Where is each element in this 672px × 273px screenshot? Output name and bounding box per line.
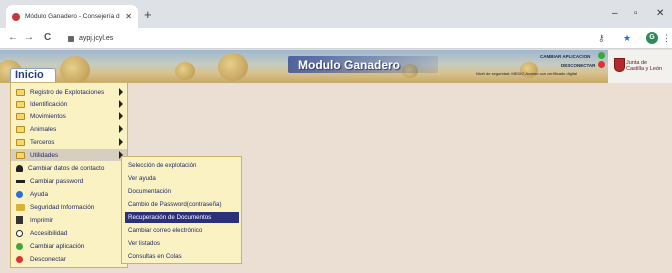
folder-icon xyxy=(16,100,25,108)
jcyl-logo-text: Junta de Castilla y León xyxy=(626,60,662,72)
url-text: aypj.jcyl.es xyxy=(79,35,114,42)
utilidades-submenu: Selección de explotación Ver ayuda Docum… xyxy=(121,156,242,264)
submenu-arrow-icon xyxy=(119,138,123,146)
submenu-item-cambio-password[interactable]: Cambio de Password(contraseña) xyxy=(125,199,239,210)
menu-item-cambiar-datos-contacto[interactable]: Cambiar datos de contacto xyxy=(11,162,127,174)
red-circle-icon xyxy=(16,255,23,263)
menu-item-imprimir[interactable]: Imprimir xyxy=(11,214,127,226)
menu-item-label: Registro de Explotaciones xyxy=(30,88,105,96)
disconnect-link[interactable]: DESCONECTAR xyxy=(561,63,595,68)
key-icon[interactable]: ⚷ xyxy=(598,32,605,44)
jcyl-shield-icon xyxy=(614,58,625,72)
submenu-item-seleccion-explotacion[interactable]: Selección de explotación xyxy=(125,160,239,171)
security-icon xyxy=(16,203,25,211)
folder-icon xyxy=(16,151,25,159)
menu-item-cambiar-aplicacion[interactable]: Cambiar aplicación xyxy=(11,240,127,252)
maximize-button[interactable]: ▫ xyxy=(634,8,638,20)
menu-item-seguridad-informacion[interactable]: Seguridad Información xyxy=(11,201,127,213)
submenu-item-consultas-colas[interactable]: Consultas en Colas xyxy=(125,251,239,262)
forward-button[interactable]: → xyxy=(24,32,34,44)
menu-item-label: Cambiar password xyxy=(30,177,84,185)
menu-item-label: Utilidades xyxy=(30,151,59,159)
accessibility-icon xyxy=(16,229,23,237)
menu-item-accesibilidad[interactable]: Accesibilidad xyxy=(11,227,127,239)
submenu-item-ver-ayuda[interactable]: Ver ayuda xyxy=(125,173,239,184)
menu-item-label: Desconectar xyxy=(30,255,66,263)
key-icon xyxy=(16,179,25,183)
menu-item-terceros[interactable]: Terceros xyxy=(11,136,127,148)
change-app-icon[interactable] xyxy=(598,52,605,59)
reload-button[interactable]: C xyxy=(44,32,51,44)
browser-tab-bar: Módulo Ganadero - Consejería d ✕ + – ▫ ✕ xyxy=(0,0,672,28)
menu-item-ayuda[interactable]: Ayuda xyxy=(11,188,127,200)
print-icon xyxy=(16,216,23,224)
submenu-item-cambiar-correo[interactable]: Cambiar correo electrónico xyxy=(125,225,239,236)
menu-item-label: Imprimir xyxy=(30,216,54,224)
menu-item-label: Cambiar aplicación xyxy=(30,242,85,250)
site-favicon-icon xyxy=(12,12,20,21)
menu-item-label: Seguridad Información xyxy=(30,203,95,211)
new-tab-button[interactable]: + xyxy=(144,7,152,23)
menu-item-identificacion[interactable]: Identificación xyxy=(11,98,127,110)
inicio-button[interactable]: Inicio xyxy=(10,68,56,83)
folder-icon xyxy=(16,138,25,146)
lock-icon xyxy=(68,35,74,42)
profile-avatar[interactable]: G xyxy=(646,32,658,44)
hay-bale-image xyxy=(218,53,248,81)
start-menu: Registro de Explotaciones Identificación… xyxy=(10,82,128,268)
bookmark-star-icon[interactable]: ★ xyxy=(623,32,631,44)
hay-bale-image xyxy=(60,56,90,83)
menu-item-label: Terceros xyxy=(30,138,55,146)
logo-line2: Castilla y León xyxy=(626,66,663,72)
submenu-arrow-icon xyxy=(119,112,123,120)
app-title: Modulo Ganadero xyxy=(298,58,400,72)
help-icon xyxy=(16,190,23,198)
url-field[interactable]: aypj.jcyl.es xyxy=(68,31,588,46)
security-level-text: Nivel de seguridad: MEDIO Acceso con cer… xyxy=(476,71,577,76)
menu-item-registro-explotaciones[interactable]: Registro de Explotaciones xyxy=(11,86,127,98)
submenu-arrow-icon xyxy=(119,88,123,96)
hay-bale-image xyxy=(175,62,195,80)
menu-item-label: Identificación xyxy=(30,100,68,108)
disconnect-icon[interactable] xyxy=(598,61,605,68)
minimize-button[interactable]: – xyxy=(612,8,618,20)
folder-icon xyxy=(16,125,25,133)
green-circle-icon xyxy=(16,242,23,250)
browser-tab[interactable]: Módulo Ganadero - Consejería d ✕ xyxy=(6,5,138,28)
window-close-button[interactable]: ✕ xyxy=(656,8,664,20)
menu-item-desconectar[interactable]: Desconectar xyxy=(11,253,127,265)
address-bar-row: ← → C aypj.jcyl.es ⚷ ★ ⋮ xyxy=(0,28,672,49)
menu-item-label: Ayuda xyxy=(30,190,49,198)
back-button[interactable]: ← xyxy=(8,32,18,44)
submenu-item-documentacion[interactable]: Documentación xyxy=(125,186,239,197)
submenu-item-ver-listados[interactable]: Ver listados xyxy=(125,238,239,249)
submenu-arrow-icon xyxy=(119,100,123,108)
menu-item-label: Accesibilidad xyxy=(30,229,68,237)
person-icon xyxy=(16,164,23,172)
tab-title: Módulo Ganadero - Consejería d xyxy=(25,13,120,20)
submenu-arrow-icon xyxy=(119,125,123,133)
folder-icon xyxy=(16,88,25,96)
tab-close-icon[interactable]: ✕ xyxy=(125,12,132,21)
menu-item-utilidades[interactable]: Utilidades xyxy=(11,149,127,161)
menu-item-label: Cambiar datos de contacto xyxy=(28,164,105,172)
submenu-item-recuperacion-documentos[interactable]: Recuperación de Documentos xyxy=(125,212,239,223)
menu-item-label: Movimientos xyxy=(30,112,66,120)
change-app-link[interactable]: CAMBIAR APLICACION xyxy=(540,54,590,59)
folder-icon xyxy=(16,112,25,120)
menu-item-cambiar-password[interactable]: Cambiar password xyxy=(11,175,127,187)
menu-item-label: Animales xyxy=(30,125,57,133)
menu-item-animales[interactable]: Animales xyxy=(11,123,127,135)
menu-item-movimientos[interactable]: Movimientos xyxy=(11,110,127,122)
browser-menu-icon[interactable]: ⋮ xyxy=(662,32,671,44)
